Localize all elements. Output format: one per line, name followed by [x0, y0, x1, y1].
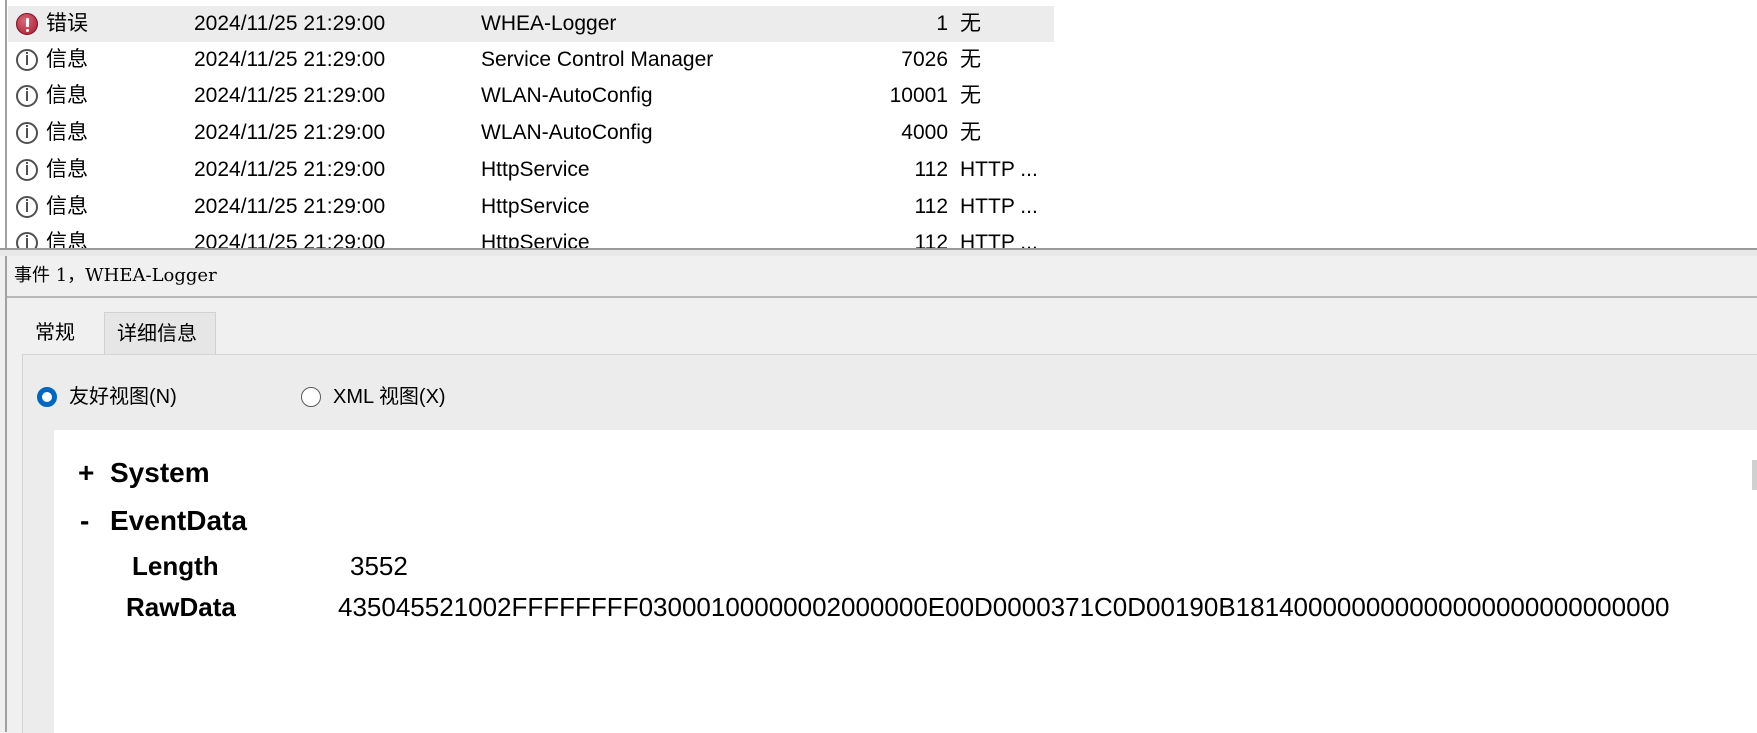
event-level: 信息 — [46, 231, 88, 248]
system-expand-toggle[interactable]: + — [78, 457, 98, 489]
event-source: WLAN-AutoConfig — [481, 121, 653, 144]
event-row[interactable]: 信息 2024/11/25 21:29:00 WLAN-AutoConfig 4… — [8, 115, 1054, 151]
event-level: 错误 — [46, 12, 88, 35]
detail-title: 事件 1，WHEA-Logger — [14, 265, 217, 286]
event-level: 信息 — [46, 84, 88, 107]
event-date: 2024/11/25 21:29:00 — [194, 84, 386, 107]
eventdata-collapse-toggle[interactable]: - — [80, 505, 100, 537]
detail-header: 事件 1，WHEA-Logger — [7, 256, 1757, 298]
field-value-length: 3552 — [350, 551, 408, 581]
event-id: 7026 — [901, 48, 948, 71]
tab-general[interactable]: 常规 — [23, 312, 103, 354]
scrollbar[interactable] — [1752, 460, 1757, 490]
info-icon — [16, 159, 38, 181]
friendly-view-radio[interactable]: 友好视图(N) — [37, 383, 207, 411]
event-id: 112 — [914, 231, 948, 248]
event-date: 2024/11/25 21:29:00 — [194, 12, 386, 35]
info-icon — [16, 122, 38, 144]
event-date: 2024/11/25 21:29:00 — [194, 121, 386, 144]
list-left-border — [5, 0, 7, 248]
event-id: 112 — [914, 195, 948, 218]
pane-splitter[interactable] — [0, 248, 1757, 256]
event-id: 112 — [914, 158, 948, 181]
event-source: HttpService — [481, 158, 590, 181]
details-tab-content: 友好视图(N) XML 视图(X) + System - EventData L… — [22, 354, 1757, 733]
event-level: 信息 — [46, 48, 88, 71]
event-list: 错误 2024/11/25 21:29:00 WHEA-Logger 1 无 信… — [0, 0, 1757, 248]
radio-checked-icon — [37, 387, 57, 407]
event-task: HTTP ... — [960, 195, 1038, 218]
field-value-rawdata: 435045521002FFFFFFFF03000100000002000000… — [338, 592, 1670, 622]
error-icon — [16, 13, 38, 35]
event-date: 2024/11/25 21:29:00 — [194, 195, 386, 218]
info-icon — [16, 196, 38, 218]
event-task: HTTP ... — [960, 231, 1038, 248]
system-node-label[interactable]: System — [110, 457, 210, 489]
event-level: 信息 — [46, 195, 88, 218]
event-level: 信息 — [46, 158, 88, 181]
event-source: HttpService — [481, 231, 590, 248]
tab-label: 详细信息 — [117, 323, 197, 345]
eventdata-node-label[interactable]: EventData — [110, 505, 247, 537]
event-row[interactable]: 错误 2024/11/25 21:29:00 WHEA-Logger 1 无 — [8, 6, 1054, 42]
xml-view-radio[interactable]: XML 视图(X) — [301, 383, 471, 411]
event-date: 2024/11/25 21:29:00 — [194, 158, 386, 181]
friendly-view-panel: + System - EventData Length 3552 RawData… — [54, 430, 1757, 733]
radio-label: 友好视图(N) — [69, 386, 177, 408]
event-detail-pane: 事件 1，WHEA-Logger 常规 详细信息 友好视图(N) XML 视图(… — [0, 256, 1757, 733]
event-source: HttpService — [481, 195, 590, 218]
event-task: HTTP ... — [960, 158, 1038, 181]
field-key-length: Length — [132, 551, 219, 581]
event-source: WLAN-AutoConfig — [481, 84, 653, 107]
detail-left-border — [5, 256, 7, 732]
event-id: 10001 — [889, 84, 948, 107]
event-source: WHEA-Logger — [481, 12, 617, 35]
event-date: 2024/11/25 21:29:00 — [194, 231, 386, 248]
event-row[interactable]: 信息 2024/11/25 21:29:00 WLAN-AutoConfig 1… — [8, 78, 1054, 114]
event-id: 1 — [936, 12, 948, 35]
tab-label: 常规 — [35, 322, 75, 344]
event-row[interactable]: 信息 2024/11/25 21:29:00 HttpService 112 H… — [8, 225, 1054, 248]
radio-label: XML 视图(X) — [333, 386, 446, 408]
info-icon — [16, 85, 38, 107]
event-task: 无 — [960, 121, 981, 144]
event-date: 2024/11/25 21:29:00 — [194, 48, 386, 71]
event-level: 信息 — [46, 121, 88, 144]
info-icon — [16, 232, 38, 248]
event-id: 4000 — [901, 121, 948, 144]
field-key-rawdata: RawData — [126, 592, 236, 622]
event-row[interactable]: 信息 2024/11/25 21:29:00 Service Control M… — [8, 42, 1054, 78]
event-task: 无 — [960, 84, 981, 107]
event-task: 无 — [960, 48, 981, 71]
event-source: Service Control Manager — [481, 48, 714, 71]
info-icon — [16, 49, 38, 71]
radio-unchecked-icon — [301, 387, 321, 407]
event-task: 无 — [960, 12, 981, 35]
event-row[interactable]: 信息 2024/11/25 21:29:00 HttpService 112 H… — [8, 152, 1054, 188]
event-row[interactable]: 信息 2024/11/25 21:29:00 HttpService 112 H… — [8, 189, 1054, 225]
tab-details[interactable]: 详细信息 — [104, 312, 216, 354]
